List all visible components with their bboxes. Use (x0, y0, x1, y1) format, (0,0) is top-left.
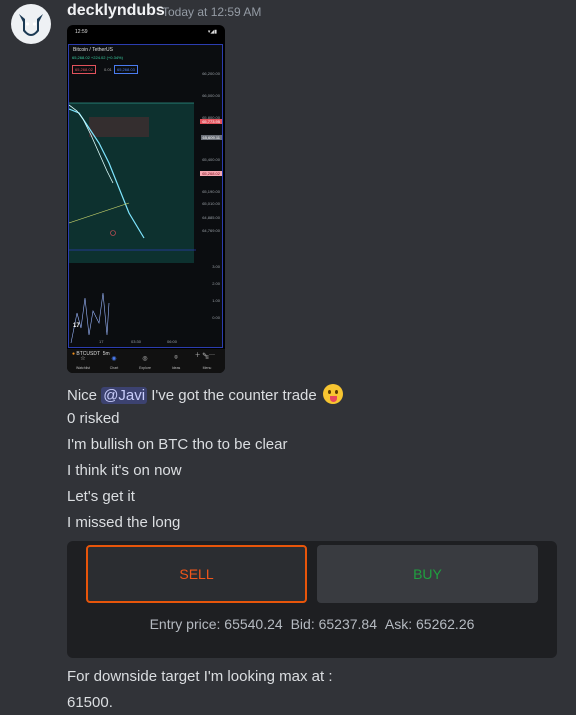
user-mention[interactable]: @Javi (101, 387, 148, 404)
avatar[interactable] (11, 4, 51, 44)
nav-label: Explore (139, 366, 151, 370)
message-line: I missed the long (67, 514, 181, 531)
chart-icon[interactable]: ◉ (104, 355, 124, 362)
price-tick: 64,885.00 (202, 215, 220, 220)
menu-icon[interactable]: ≡ (197, 355, 217, 361)
watchlist-icon[interactable]: ☆ (73, 355, 93, 362)
nav-label: Ideas (171, 366, 181, 370)
message-line: 0 risked (67, 410, 120, 427)
tradingview-logo: 17 (73, 323, 80, 329)
author-name[interactable]: decklyndubs (67, 2, 165, 20)
nav-label: Menu (202, 366, 212, 370)
indicator-tick: 1.00 (212, 298, 220, 303)
bull-logo-icon (19, 14, 43, 36)
price-tag-grey: 65,609.11 (200, 135, 222, 140)
tongue-emoji-icon (322, 384, 343, 404)
buy-button[interactable]: BUY (317, 545, 538, 603)
message-line: 61500. (67, 694, 113, 711)
timestamp: Today at 12:59 AM (162, 5, 262, 19)
message-line: Let's get it (67, 488, 135, 505)
message-line: I think it's on now (67, 462, 182, 479)
time-label: 06:00 (167, 339, 178, 344)
phone-status-time: 12:59 (75, 29, 88, 35)
explore-icon[interactable]: ◎ (135, 355, 155, 362)
pair-title: Bitcoin / TetherUS (73, 47, 113, 53)
price-tick: 64,769.00 (202, 228, 220, 233)
indicator-tick: 3.00 (212, 264, 220, 269)
indicator-tick: 2.00 (212, 281, 220, 286)
price-tag-low: 65,268.02 (200, 171, 222, 176)
trade-panel: SELL BUY Entry price: 65540.24 Bid: 6523… (67, 541, 557, 658)
message-text: Nice (67, 387, 102, 404)
time-label: 17 (99, 339, 104, 344)
bid-price: Bid: 65237.84 (290, 616, 377, 632)
candlestick-chart (69, 102, 196, 344)
chart-toolbar: ● BTCUSDT 5m ＋ ✎ ⋯ ☆ ◉ ◎ ⌾ ≡ Watchlist C… (67, 349, 225, 373)
chart-frame: Bitcoin / TetherUS 65,268.02 +224.02 (+0… (68, 44, 223, 348)
phone-status-icons: ▾◢▮ (207, 29, 217, 35)
message-line: I'm bullish on BTC tho to be clear (67, 436, 288, 453)
message-text: I've got the counter trade (147, 387, 317, 404)
time-label: 03:30 (131, 339, 142, 344)
indicator-tick: 0.00 (212, 315, 220, 320)
price-tick: 65,190.00 (202, 189, 220, 194)
price-tick: 66,000.00 (202, 93, 220, 98)
nav-label: Watchlist (75, 366, 91, 370)
price-tag-red: 65,773.95 (200, 119, 222, 124)
price-tick: 65,010.00 (202, 201, 220, 206)
message-line: For downside target I'm looking max at : (67, 668, 333, 685)
ask-price: Ask: 65262.26 (384, 616, 475, 632)
sell-button[interactable]: SELL (86, 545, 307, 603)
nav-label: Chart (109, 366, 119, 370)
ideas-icon[interactable]: ⌾ (166, 355, 186, 362)
price-tick: 66,200.00 (202, 71, 220, 76)
message-line: Nice @Javi I've got the counter trade (67, 384, 343, 404)
price-tick: 65,400.00 (202, 157, 220, 162)
trade-prices: Entry price: 65540.24 Bid: 65237.84 Ask:… (67, 616, 557, 632)
entry-price: Entry price: 65540.24 (149, 616, 283, 632)
ohlc-readout: 65,268.02 +224.02 (+0.34%) (72, 55, 123, 60)
attached-screenshot[interactable]: 12:59 ▾◢▮ Bitcoin / TetherUS 65,268.02 +… (67, 25, 225, 373)
